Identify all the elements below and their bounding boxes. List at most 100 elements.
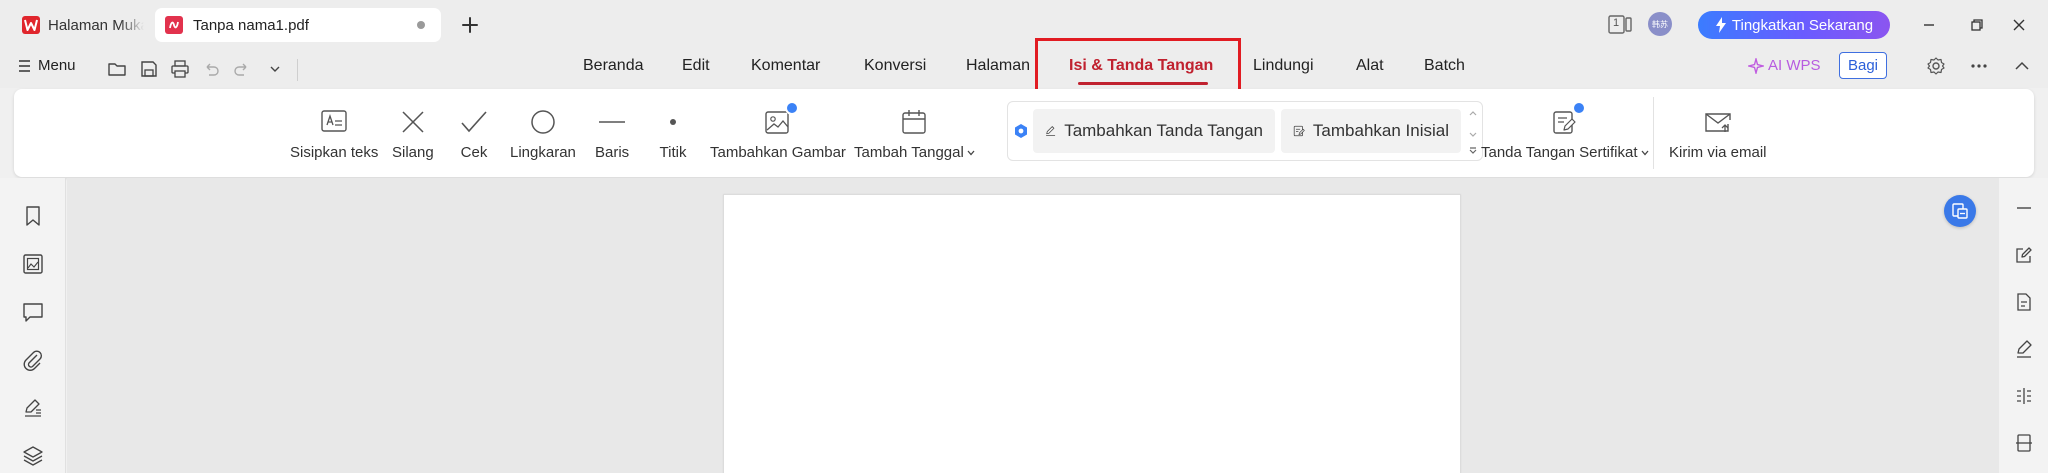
chevron-down-icon[interactable]	[265, 59, 285, 79]
tab-beranda[interactable]: Beranda	[583, 57, 644, 75]
scan-icon[interactable]	[2014, 433, 2034, 453]
split-view-icon[interactable]	[2014, 386, 2034, 406]
certificate-signature-label: Tanda Tangan Sertifikat	[1481, 144, 1649, 161]
document-settings-icon[interactable]	[2014, 292, 2034, 312]
ai-wps-button[interactable]: AI WPS	[1748, 57, 1821, 74]
pdf-page[interactable]	[723, 194, 1461, 473]
tab-alat[interactable]: Alat	[1356, 57, 1384, 75]
dot-label: Titik	[659, 144, 687, 161]
save-icon[interactable]	[139, 59, 159, 79]
ai-hexagon-icon[interactable]	[1013, 123, 1029, 139]
menu-label: Menu	[38, 57, 76, 74]
cross-label: Silang	[392, 144, 434, 161]
tab-halaman[interactable]: Halaman	[966, 57, 1030, 75]
check-tool[interactable]: Cek	[459, 107, 489, 161]
sign-pen-icon[interactable]	[2014, 339, 2034, 359]
tab-konversi[interactable]: Konversi	[864, 57, 926, 75]
restore-icon[interactable]	[1964, 12, 1990, 38]
ai-badge-icon	[784, 101, 799, 115]
circle-label: Lingkaran	[510, 144, 576, 161]
upgrade-label: Tingkatkan Sekarang	[1731, 16, 1874, 34]
upgrade-button[interactable]: Tingkatkan Sekarang	[1698, 11, 1890, 39]
pdf-icon	[165, 16, 183, 34]
share-button[interactable]: Bagi	[1839, 52, 1887, 79]
signature-group: Tambahkan Tanda Tangan Tambahkan Inisial	[1007, 101, 1483, 161]
insert-text-icon	[321, 110, 347, 132]
add-image-tool[interactable]: Tambahkan Gambar	[710, 101, 846, 161]
circle-tool[interactable]: Lingkaran	[510, 107, 576, 161]
send-email-label: Kirim via email	[1669, 144, 1767, 161]
email-icon	[1705, 113, 1731, 132]
hamburger-icon	[19, 59, 30, 72]
ribbon-toolbar: Sisipkan teks Silang Cek Lingkaran Baris…	[14, 89, 2034, 177]
close-icon[interactable]	[2006, 12, 2032, 38]
dot-icon	[670, 119, 676, 125]
thumbnail-icon[interactable]	[22, 253, 44, 275]
bookmark-icon[interactable]	[22, 205, 44, 227]
insert-text-label: Sisipkan teks	[290, 144, 379, 161]
layers-icon[interactable]	[22, 445, 44, 467]
settings-icon[interactable]	[1926, 56, 1946, 76]
minimize-icon[interactable]	[1916, 12, 1942, 38]
tab-batch[interactable]: Batch	[1424, 57, 1465, 75]
right-sidebar	[1999, 178, 2048, 473]
undo-icon[interactable]	[201, 59, 221, 79]
insert-text-tool[interactable]: Sisipkan teks	[290, 107, 378, 161]
certificate-signature-tool[interactable]: Tanda Tangan Sertifikat	[1481, 101, 1649, 161]
signature-pen-icon[interactable]	[22, 397, 44, 419]
check-icon	[461, 111, 487, 133]
new-tab-icon[interactable]	[458, 13, 482, 37]
tab-document[interactable]: Tanpa nama1.pdf	[155, 8, 441, 42]
open-folder-icon[interactable]	[107, 59, 127, 79]
certificate-signature-text: Tanda Tangan Sertifikat	[1481, 144, 1638, 161]
highlight-annotation-box	[1035, 38, 1241, 93]
cross-tool[interactable]: Silang	[392, 107, 434, 161]
more-options-icon[interactable]	[1969, 56, 1989, 76]
attachment-icon[interactable]	[22, 349, 44, 371]
tab-lindungi[interactable]: Lindungi	[1253, 57, 1314, 75]
line-label: Baris	[595, 144, 630, 161]
gallery-scroll-icon[interactable]	[1468, 106, 1478, 156]
calendar-icon	[902, 110, 927, 134]
page-indicator-icon	[1608, 15, 1632, 34]
cross-icon	[402, 111, 424, 133]
tab-document-label: Tanpa nama1.pdf	[193, 16, 309, 34]
line-icon	[599, 121, 626, 123]
ai-sparkle-icon	[1748, 57, 1764, 74]
initial-icon	[1293, 125, 1305, 137]
ribbon-divider	[1653, 97, 1654, 169]
page-indicator[interactable]: 1	[1608, 15, 1632, 34]
tab-home[interactable]: Halaman Muka	[12, 8, 152, 42]
dot-tool[interactable]: Titik	[658, 107, 688, 161]
collapse-panel-icon[interactable]	[2014, 198, 2034, 218]
add-initial-button[interactable]: Tambahkan Inisial	[1281, 109, 1461, 153]
unsaved-dot-icon[interactable]	[417, 21, 425, 29]
check-label: Cek	[460, 144, 488, 161]
avatar[interactable]: 韩苏	[1648, 12, 1672, 36]
send-email-tool[interactable]: Kirim via email	[1669, 107, 1767, 161]
tab-edit[interactable]: Edit	[682, 57, 710, 75]
wps-logo-icon	[22, 16, 40, 34]
add-initial-label: Tambahkan Inisial	[1312, 121, 1449, 140]
collapse-ribbon-icon[interactable]	[2012, 56, 2032, 76]
floating-convert-button[interactable]	[1944, 195, 1976, 227]
line-tool[interactable]: Baris	[595, 107, 629, 161]
edit-note-icon[interactable]	[2014, 245, 2034, 265]
tab-komentar[interactable]: Komentar	[751, 57, 820, 75]
left-sidebar	[0, 178, 66, 473]
convert-doc-icon	[1952, 203, 1968, 219]
document-canvas[interactable]	[67, 178, 1999, 473]
add-date-label: Tambah Tanggal	[854, 144, 975, 161]
print-icon[interactable]	[170, 59, 190, 79]
comment-icon[interactable]	[22, 301, 44, 323]
redo-icon[interactable]	[232, 59, 252, 79]
menu-bar: Menu Beranda Edit Komentar Konversi Hala…	[0, 50, 2048, 88]
add-date-tool[interactable]: Tambah Tanggal	[854, 107, 975, 161]
page-indicator-number: 1	[1613, 17, 1620, 29]
add-signature-label: Tambahkan Tanda Tangan	[1064, 121, 1263, 140]
chevron-down-icon	[967, 150, 975, 155]
quick-access-divider	[297, 59, 298, 81]
add-image-label: Tambahkan Gambar	[710, 144, 846, 161]
add-signature-button[interactable]: Tambahkan Tanda Tangan	[1033, 109, 1275, 153]
menu-button[interactable]: Menu	[18, 57, 76, 74]
